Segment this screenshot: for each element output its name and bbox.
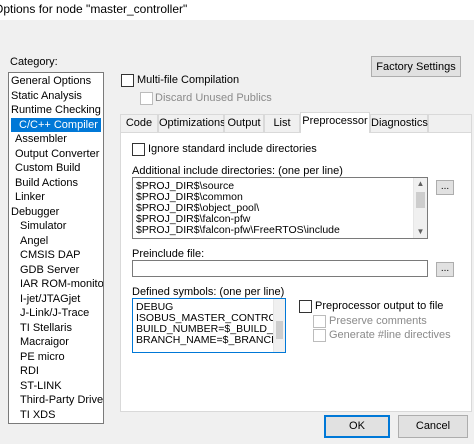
category-item[interactable]: PE micro — [9, 350, 103, 364]
preinclude-label: Preinclude file: — [132, 248, 205, 260]
factory-settings-button[interactable]: Factory Settings — [371, 56, 461, 77]
category-item[interactable]: Third-Party Driver — [9, 393, 103, 407]
defined-symbols-textarea[interactable]: DEBUG ISOBUS_MASTER_CONTROL BUILD_NUMBER… — [132, 298, 286, 353]
category-item[interactable]: IAR ROM-monitor — [9, 277, 103, 291]
category-item[interactable]: Simulator — [9, 219, 103, 233]
include-dirs-label: Additional include directories: (one per… — [132, 165, 343, 177]
category-item[interactable]: RDI — [9, 364, 103, 378]
include-browse-button[interactable]: ... — [436, 180, 454, 195]
include-dirs-scrollbar[interactable]: ▲ ▼ — [413, 178, 427, 238]
include-dirs-textarea[interactable]: $PROJ_DIR$\source $PROJ_DIR$\common $PRO… — [132, 177, 428, 239]
category-item[interactable]: Static Analysis — [9, 89, 103, 103]
ignore-std-checkbox[interactable] — [132, 143, 145, 156]
discard-unused-label: Discard Unused Publics — [155, 92, 272, 104]
tab-list[interactable]: List — [264, 114, 300, 132]
multi-file-label: Multi-file Compilation — [137, 74, 240, 86]
defined-symbol-line: BRANCH_NAME=$_BRANCH_ — [136, 334, 285, 346]
category-item[interactable]: TI Stellaris — [9, 321, 103, 335]
tab-code[interactable]: Code — [120, 114, 158, 132]
preinclude-input[interactable] — [132, 260, 428, 277]
include-dir-line: $PROJ_DIR$\falcon-pfw\FreeRTOS\include — [136, 224, 340, 236]
multi-file-checkbox[interactable] — [121, 74, 134, 87]
category-item[interactable]: I-jet/JTAGjet — [9, 292, 103, 306]
tab-output[interactable]: Output — [224, 114, 264, 132]
category-label: Category: — [10, 56, 58, 68]
generate-line-label: Generate #line directives — [329, 329, 451, 341]
category-item[interactable]: C/C++ Compiler — [11, 117, 101, 132]
tab-diagnostics[interactable]: Diagnostics — [370, 114, 428, 132]
category-item[interactable]: Custom Build — [9, 161, 103, 175]
category-item[interactable]: ST-LINK — [9, 379, 103, 393]
category-item[interactable]: TI XDS — [9, 408, 103, 422]
category-item[interactable]: Macraigor — [9, 335, 103, 349]
category-item[interactable]: Runtime Checking — [9, 103, 103, 117]
category-item[interactable]: Debugger — [9, 205, 103, 219]
preserve-comments-checkbox[interactable] — [313, 315, 326, 328]
generate-line-checkbox[interactable] — [313, 329, 326, 342]
scroll-thumb[interactable] — [416, 192, 425, 208]
defined-symbols-label: Defined symbols: (one per line) — [132, 286, 285, 298]
category-item[interactable]: Build Actions — [9, 176, 103, 190]
category-item[interactable]: General Options — [9, 74, 103, 88]
defined-symbols-scrollbar[interactable] — [273, 299, 285, 352]
ok-button[interactable]: OK — [324, 415, 390, 438]
category-item[interactable]: J-Link/J-Trace — [9, 306, 103, 320]
category-item[interactable]: Angel — [9, 234, 103, 248]
pp-output-checkbox[interactable] — [299, 300, 312, 313]
discard-unused-checkbox[interactable] — [140, 92, 153, 105]
window-title: Options for node "master_controller" — [0, 2, 188, 16]
preinclude-browse-button[interactable]: ... — [436, 262, 454, 277]
cancel-button[interactable]: Cancel — [398, 415, 468, 438]
preserve-comments-label: Preserve comments — [329, 315, 427, 327]
category-item[interactable]: Output Converter — [9, 147, 103, 161]
pp-output-label: Preprocessor output to file — [315, 300, 444, 312]
category-list[interactable]: General Options Static Analysis Runtime Ch… — [8, 72, 104, 424]
scroll-down-icon[interactable]: ▼ — [414, 226, 427, 238]
scroll-thumb[interactable] — [276, 321, 283, 339]
tab-optimizations[interactable]: Optimizations — [158, 114, 226, 132]
category-item[interactable]: Assembler — [9, 132, 103, 146]
tab-overflow[interactable] — [428, 114, 472, 132]
category-item[interactable]: GDB Server — [9, 263, 103, 277]
ignore-std-label: Ignore standard include directories — [148, 143, 317, 155]
scroll-up-icon[interactable]: ▲ — [414, 178, 427, 190]
tab-preprocessor[interactable]: Preprocessor — [300, 112, 370, 133]
category-item[interactable]: CMSIS DAP — [9, 248, 103, 262]
category-item[interactable]: Linker — [9, 190, 103, 204]
title-bar: Options for node "master_controller" — [0, 0, 474, 20]
